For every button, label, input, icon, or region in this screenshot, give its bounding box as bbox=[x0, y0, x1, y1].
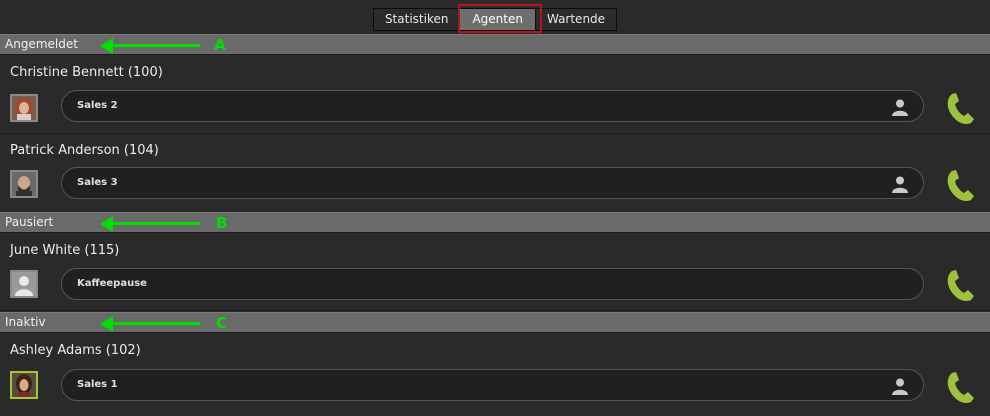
status-text: Sales 1 bbox=[77, 379, 118, 390]
status-text: Sales 2 bbox=[77, 100, 118, 111]
section-header-angemeldet: Angemeldet A bbox=[0, 34, 990, 55]
annotation-highlight-box bbox=[458, 4, 542, 33]
agent-row[interactable]: Patrick Anderson (104) Sales 3 bbox=[0, 134, 990, 213]
avatar-placeholder bbox=[10, 270, 38, 298]
agent-status-field[interactable]: Sales 1 bbox=[61, 369, 924, 401]
agent-name: Ashley Adams (102) bbox=[10, 343, 141, 358]
section-header-pausiert: Pausiert B bbox=[0, 212, 990, 233]
agent-status-field[interactable]: Sales 2 bbox=[61, 90, 924, 122]
agent-name: June White (115) bbox=[10, 243, 120, 258]
user-icon[interactable] bbox=[891, 175, 909, 193]
phone-icon[interactable] bbox=[944, 367, 978, 407]
section-label: Pausiert bbox=[5, 215, 54, 229]
phone-icon[interactable] bbox=[944, 88, 978, 128]
annotation-arrow-a: A bbox=[100, 36, 240, 54]
agent-status-field[interactable]: Sales 3 bbox=[61, 167, 924, 199]
avatar bbox=[10, 94, 38, 122]
agent-row[interactable]: Ashley Adams (102) Sales 1 bbox=[0, 334, 990, 416]
tab-statistiken[interactable]: Statistiken bbox=[373, 9, 460, 30]
annotation-arrow-b: B bbox=[100, 214, 240, 232]
agent-name: Christine Bennett (100) bbox=[10, 65, 163, 80]
user-icon[interactable] bbox=[891, 377, 909, 395]
agent-status-field[interactable]: Kaffeepause bbox=[61, 268, 924, 300]
annotation-letter-a: A bbox=[214, 36, 226, 54]
avatar bbox=[10, 170, 38, 198]
status-text: Sales 3 bbox=[77, 177, 118, 188]
annotation-letter-b: B bbox=[216, 214, 228, 232]
phone-icon[interactable] bbox=[944, 265, 978, 305]
annotation-arrow-c: C bbox=[100, 314, 240, 332]
tab-wartende[interactable]: Wartende bbox=[535, 9, 617, 30]
section-label: Inaktiv bbox=[5, 315, 46, 329]
avatar bbox=[10, 371, 38, 399]
status-text: Kaffeepause bbox=[77, 278, 147, 289]
user-icon[interactable] bbox=[891, 98, 909, 116]
phone-icon[interactable] bbox=[944, 165, 978, 205]
section-label: Angemeldet bbox=[5, 37, 78, 51]
agent-name: Patrick Anderson (104) bbox=[10, 143, 159, 158]
agent-row[interactable]: Christine Bennett (100) Sales 2 bbox=[0, 56, 990, 134]
annotation-letter-c: C bbox=[216, 314, 228, 332]
section-header-inaktiv: Inaktiv C bbox=[0, 312, 990, 333]
agent-row[interactable]: June White (115) Kaffeepause bbox=[0, 234, 990, 311]
